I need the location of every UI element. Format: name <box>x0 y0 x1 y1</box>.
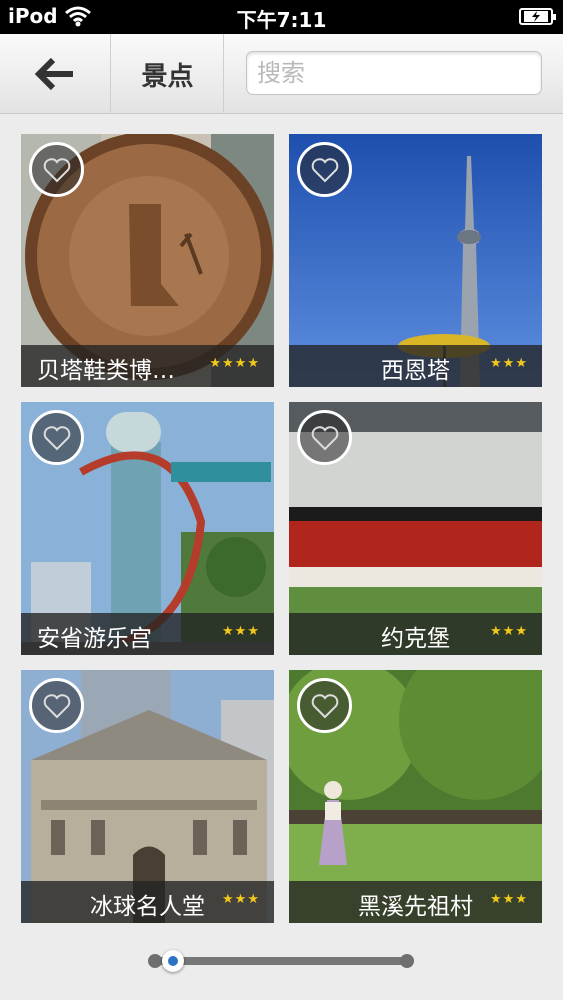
rating-stars: ★★★ <box>222 892 260 907</box>
attraction-card[interactable]: 贝塔鞋类博… ★★★★ <box>21 134 274 387</box>
attraction-card[interactable]: 西恩塔 ★★★ <box>289 134 542 387</box>
rating-stars: ★★★ <box>490 892 528 907</box>
page-title: 景点 <box>112 34 224 114</box>
attraction-label: 冰球名人堂 ★★★ <box>21 881 274 923</box>
attraction-card[interactable]: 冰球名人堂 ★★★ <box>21 670 274 923</box>
status-bar: iPod 下午7:11 <box>0 0 563 34</box>
back-button[interactable] <box>0 34 111 114</box>
favorite-button[interactable] <box>29 410 84 465</box>
attraction-label: 安省游乐宫 ★★★ <box>21 613 274 655</box>
rating-stars: ★★★ <box>490 624 528 639</box>
page-slider-end-dot <box>400 954 414 968</box>
heart-icon <box>311 693 338 718</box>
favorite-button[interactable] <box>297 410 352 465</box>
attraction-name: 贝塔鞋类博… <box>37 358 175 384</box>
favorite-button[interactable] <box>297 142 352 197</box>
page-slider[interactable] <box>148 950 414 972</box>
attraction-name: 安省游乐宫 <box>37 626 152 652</box>
favorite-button[interactable] <box>29 142 84 197</box>
back-arrow-icon <box>35 57 73 91</box>
attraction-label: 西恩塔 ★★★ <box>289 345 542 387</box>
page-slider-start-dot <box>148 954 162 968</box>
clock: 下午7:11 <box>236 8 327 32</box>
attraction-label: 约克堡 ★★★ <box>289 613 542 655</box>
search-input[interactable] <box>246 51 542 95</box>
heart-icon <box>311 157 338 182</box>
attraction-label: 贝塔鞋类博… ★★★★ <box>21 345 274 387</box>
attraction-card[interactable]: 黑溪先祖村 ★★★ <box>289 670 542 923</box>
page-slider-track <box>150 957 412 965</box>
favorite-button[interactable] <box>297 678 352 733</box>
battery-icon <box>519 8 556 25</box>
nav-header: 景点 <box>0 34 563 114</box>
heart-icon <box>311 425 338 450</box>
attraction-card[interactable]: 约克堡 ★★★ <box>289 402 542 655</box>
heart-icon <box>43 425 70 450</box>
rating-stars: ★★★ <box>222 624 260 639</box>
rating-stars: ★★★ <box>490 356 528 371</box>
heart-icon <box>43 157 70 182</box>
rating-stars: ★★★★ <box>209 356 260 371</box>
page-slider-thumb[interactable] <box>162 950 184 972</box>
heart-icon <box>43 693 70 718</box>
attraction-card[interactable]: 安省游乐宫 ★★★ <box>21 402 274 655</box>
attraction-label: 黑溪先祖村 ★★★ <box>289 881 542 923</box>
favorite-button[interactable] <box>29 678 84 733</box>
